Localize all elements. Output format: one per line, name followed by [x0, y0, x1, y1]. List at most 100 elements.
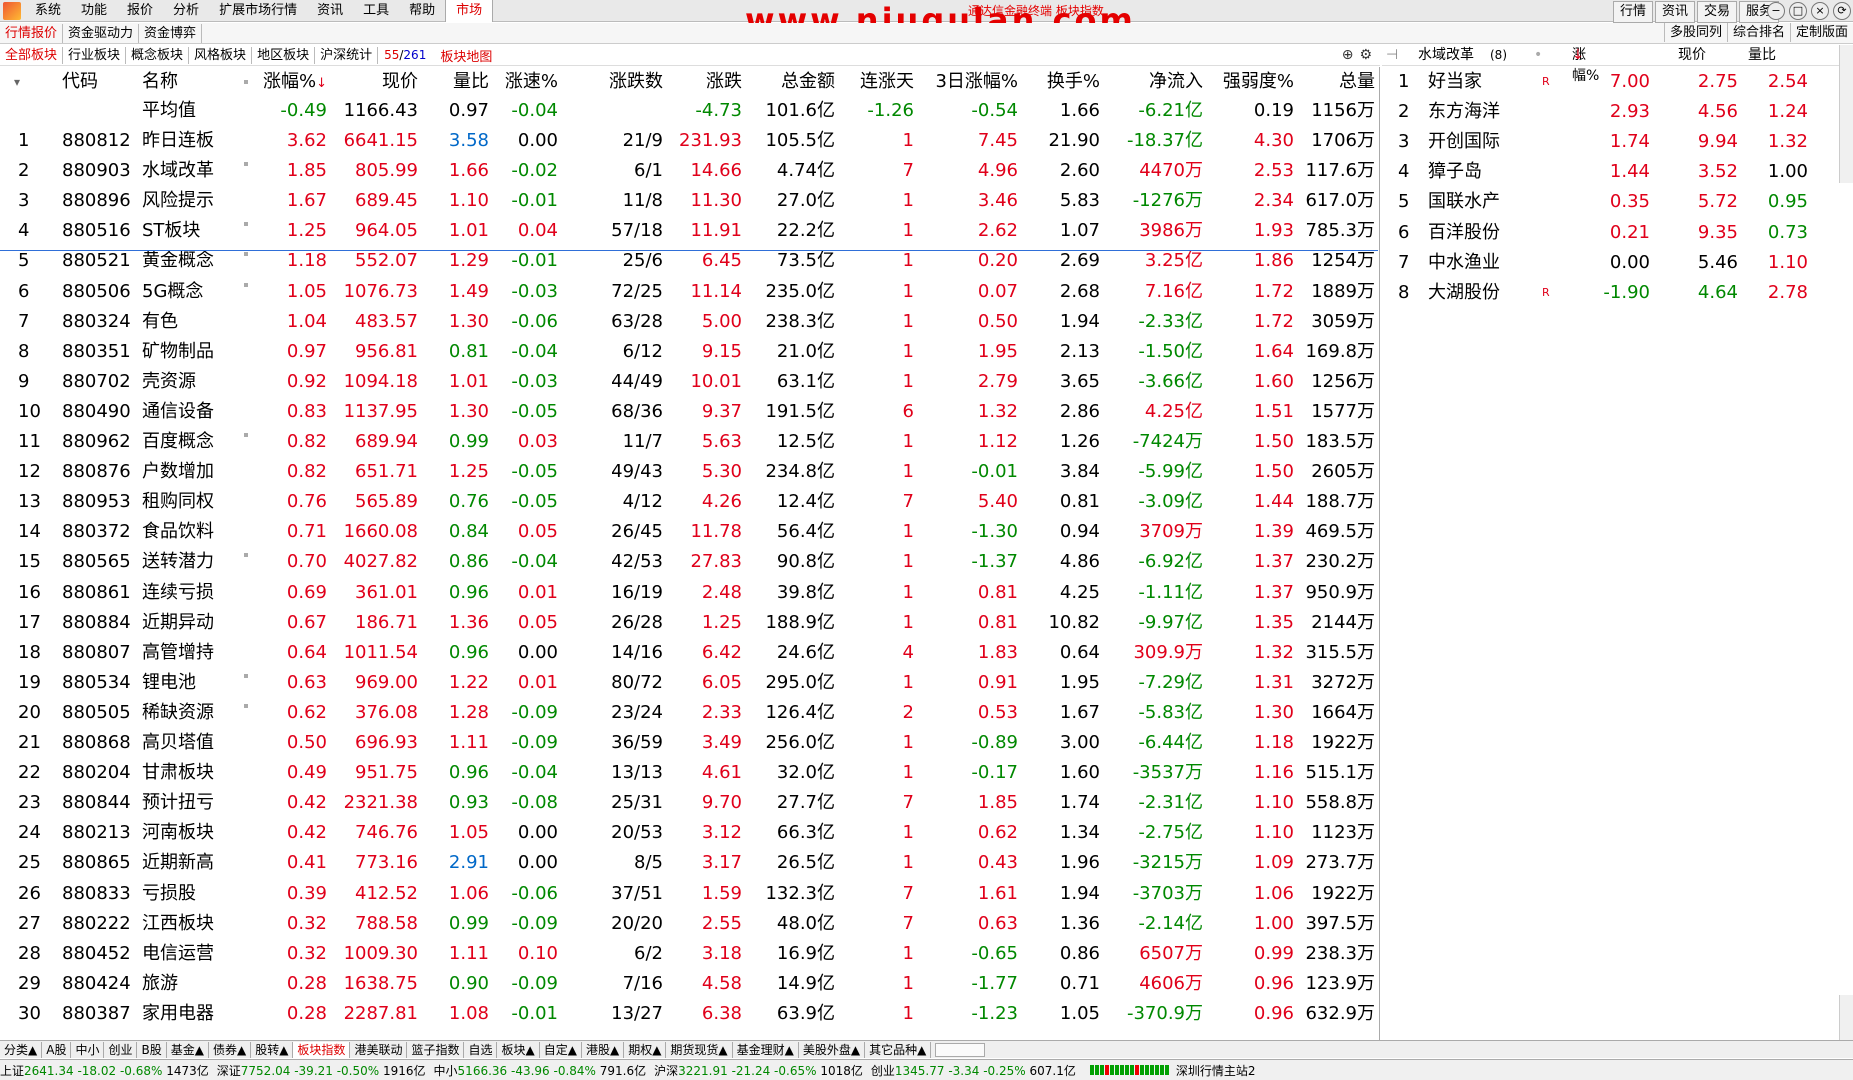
- constituent-row[interactable]: 3 开创国际 1.74 9.94 1.32: [1382, 127, 1842, 157]
- tab-industry-sectors[interactable]: 行业板块: [63, 46, 127, 64]
- row-name[interactable]: 送转潜力: [142, 547, 214, 577]
- table-row[interactable]: 30 880387 家用电器 0.28 2287.81 1.08 -0.01 13/27 6.3…: [0, 999, 1378, 1029]
- row-name[interactable]: 近期异动: [142, 608, 214, 638]
- pin-icon[interactable]: ⊣: [1386, 45, 1398, 66]
- table-row[interactable]: 18 880807 高管增持 0.64 1011.54 0.96 0.00 14/16 6.42…: [0, 638, 1378, 668]
- row-name[interactable]: 河南板块: [142, 818, 214, 848]
- constituent-name[interactable]: 大湖股份: [1428, 278, 1500, 308]
- col-header-flow[interactable]: 净流入: [1149, 67, 1203, 97]
- col-header-name[interactable]: 名称: [142, 67, 178, 97]
- col-price[interactable]: 现价: [1678, 45, 1706, 66]
- col-header-amt[interactable]: 总金额: [781, 67, 835, 97]
- market-tab[interactable]: 港股▲: [582, 1041, 625, 1058]
- constituent-row[interactable]: 1 好当家 R 7.00 2.75 2.54: [1382, 67, 1842, 97]
- constituent-name[interactable]: 国联水产: [1428, 187, 1500, 217]
- market-tab[interactable]: A股: [42, 1041, 72, 1058]
- row-name[interactable]: 租购同权: [142, 487, 214, 517]
- col-header-ud[interactable]: 涨跌数: [609, 67, 663, 97]
- menu-news[interactable]: 资讯: [307, 0, 353, 22]
- table-row[interactable]: 7 880324 有色 1.04 483.57 1.30 -0.06 63/28 5.00 238…: [0, 307, 1378, 337]
- quote-button[interactable]: 行情: [1612, 1, 1653, 23]
- market-tab[interactable]: 板块指数: [293, 1041, 351, 1058]
- row-name[interactable]: 稀缺资源: [142, 698, 214, 728]
- maximize-icon[interactable]: □: [1789, 2, 1807, 20]
- menu-function[interactable]: 功能: [71, 0, 117, 22]
- row-name[interactable]: 矿物制品: [142, 337, 214, 367]
- market-tab[interactable]: 板块▲: [497, 1041, 540, 1058]
- constituent-row[interactable]: 7 中水渔业 0.00 5.46 1.10: [1382, 248, 1842, 278]
- market-tab[interactable]: 分类▲: [0, 1041, 43, 1058]
- sort-caret-icon[interactable]: ▾: [14, 67, 20, 97]
- col-header-p3[interactable]: 3日涨幅%: [935, 67, 1018, 97]
- table-row[interactable]: 14 880372 食品饮料 0.71 1660.08 0.84 0.05 26/45 11.7…: [0, 517, 1378, 547]
- row-name[interactable]: 食品饮料: [142, 517, 214, 547]
- horizontal-scrollbar[interactable]: [935, 1042, 986, 1057]
- constituent-row[interactable]: 2 东方海洋 2.93 4.56 1.24: [1382, 97, 1842, 127]
- table-row[interactable]: 3 880896 风险提示 1.67 689.45 1.10 -0.01 11/8 11.30 2…: [0, 186, 1378, 216]
- row-name[interactable]: 通信设备: [142, 397, 214, 427]
- sector-map-link[interactable]: 板块地图: [432, 46, 500, 65]
- market-tab[interactable]: 期权▲: [624, 1041, 667, 1058]
- index-ticker[interactable]: 中小5166.36 -43.96 -0.84% 791.6亿: [434, 1062, 647, 1079]
- table-row[interactable]: 10 880490 通信设备 0.83 1137.95 1.30 -0.05 68/36 9.3…: [0, 397, 1378, 427]
- row-name[interactable]: 预计扭亏: [142, 788, 214, 818]
- tab-capital-drive[interactable]: 资金驱动力: [63, 23, 140, 43]
- menu-ext-market[interactable]: 扩展市场行情: [209, 0, 307, 22]
- gear-icon[interactable]: ⚙: [1359, 47, 1372, 63]
- refresh-icon[interactable]: ⟳: [1833, 2, 1851, 20]
- col-header-code[interactable]: 代码: [62, 67, 98, 97]
- tab-multi-stock[interactable]: 多股同列: [1663, 23, 1727, 42]
- row-name[interactable]: 高贝塔值: [142, 728, 214, 758]
- row-name[interactable]: 电信运营: [142, 939, 214, 969]
- market-tab[interactable]: 创业: [104, 1041, 138, 1058]
- table-row[interactable]: 20 880505 稀缺资源 0.62 376.08 1.28 -0.09 23/24 2.33…: [0, 698, 1378, 728]
- table-row[interactable]: 17 880884 近期异动 0.67 186.71 1.36 0.05 26/28 1.25 1…: [0, 608, 1378, 638]
- index-ticker[interactable]: 上证2641.34 -18.02 -0.68% 1473亿: [0, 1062, 209, 1079]
- table-row[interactable]: 22 880204 甘肃板块 0.49 951.75 0.96 -0.04 13/13 4.61…: [0, 758, 1378, 788]
- row-name[interactable]: 水域改革: [142, 156, 214, 186]
- trade-button[interactable]: 交易: [1696, 1, 1737, 23]
- row-name[interactable]: 亏损股: [142, 879, 196, 909]
- side-scrollbar-bottom[interactable]: [1839, 995, 1853, 1040]
- table-row[interactable]: 23 880844 预计扭亏 0.42 2321.38 0.93 -0.08 25/31 9.7…: [0, 788, 1378, 818]
- table-row[interactable]: 13 880953 租购同权 0.76 565.89 0.76 -0.05 4/12 4.26 1…: [0, 487, 1378, 517]
- market-tab[interactable]: 债券▲: [209, 1041, 252, 1058]
- tab-all-sectors[interactable]: 全部板块: [0, 46, 64, 64]
- constituent-name[interactable]: 中水渔业: [1428, 248, 1500, 278]
- minimize-icon[interactable]: −: [1767, 2, 1785, 20]
- close-icon[interactable]: ×: [1811, 2, 1829, 20]
- index-ticker[interactable]: 沪深3221.91 -21.24 -0.65% 1018亿: [654, 1062, 863, 1079]
- market-tab[interactable]: 中小: [71, 1041, 105, 1058]
- row-name[interactable]: 百度概念: [142, 427, 214, 457]
- constituent-row[interactable]: 5 国联水产 0.35 5.72 0.95: [1382, 187, 1842, 217]
- row-name[interactable]: 昨日连板: [142, 126, 214, 156]
- table-row[interactable]: 15 880565 送转潜力 0.70 4027.82 0.86 -0.04 42/53 27.…: [0, 547, 1378, 577]
- market-tab[interactable]: 美股外盘▲: [799, 1041, 866, 1058]
- table-row[interactable]: 6 880506 5G概念 1.05 1076.73 1.49 -0.03 72/25 11.1…: [0, 277, 1378, 307]
- row-name[interactable]: 风险提示: [142, 186, 214, 216]
- menu-help[interactable]: 帮助: [399, 0, 445, 22]
- table-row[interactable]: 4 880516 ST板块 1.25 964.05 1.01 0.04 57/18 11.91 2…: [0, 216, 1378, 246]
- row-name[interactable]: 高管增持: [142, 638, 214, 668]
- table-row[interactable]: 1 880812 昨日连板 3.62 6641.15 3.58 0.00 21/9 231.93…: [0, 126, 1378, 156]
- constituent-row[interactable]: 4 獐子岛 1.44 3.52 1.00: [1382, 157, 1842, 187]
- tab-region-sectors[interactable]: 地区板块: [252, 46, 316, 64]
- row-name[interactable]: ST板块: [142, 216, 200, 246]
- col-header-str[interactable]: 强弱度%: [1223, 67, 1294, 97]
- col-vol-ratio[interactable]: 量比: [1748, 45, 1776, 66]
- menu-system[interactable]: 系统: [25, 0, 71, 22]
- col-header-price[interactable]: 现价: [382, 67, 418, 97]
- news-button[interactable]: 资讯: [1654, 1, 1695, 23]
- col-header-vr[interactable]: 量比: [453, 67, 489, 97]
- constituent-name[interactable]: 好当家: [1428, 67, 1482, 97]
- table-row[interactable]: 12 880876 户数增加 0.82 651.71 1.25 -0.05 49/43 5.30…: [0, 457, 1378, 487]
- menu-analysis[interactable]: 分析: [163, 0, 209, 22]
- table-row[interactable]: 25 880865 近期新高 0.41 773.16 2.91 0.00 8/5 3.17 26.…: [0, 848, 1378, 878]
- tab-style-sectors[interactable]: 风格板块: [189, 46, 253, 64]
- table-row[interactable]: 27 880222 江西板块 0.32 788.58 0.99 -0.09 20/20 2.55…: [0, 909, 1378, 939]
- index-ticker[interactable]: 创业1345.77 -3.34 -0.25% 607.1亿: [871, 1062, 1076, 1079]
- row-name[interactable]: 户数增加: [142, 457, 214, 487]
- row-name[interactable]: 壳资源: [142, 367, 196, 397]
- row-name[interactable]: 连续亏损: [142, 578, 214, 608]
- menu-quote[interactable]: 报价: [117, 0, 163, 22]
